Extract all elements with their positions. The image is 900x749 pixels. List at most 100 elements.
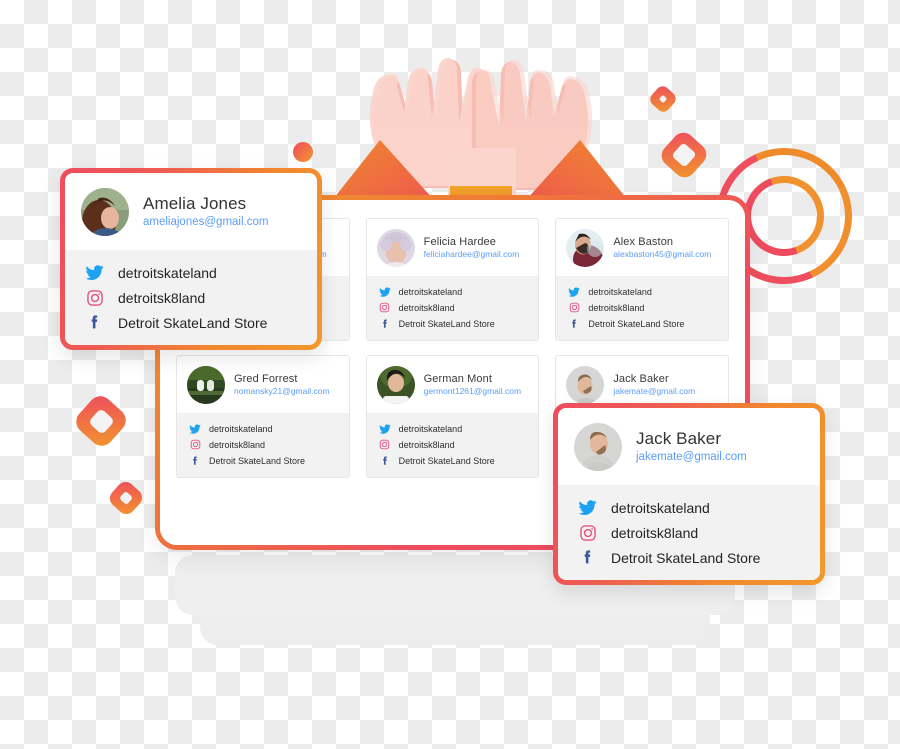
contact-card-identity: Felicia Hardee feliciahardee@gmail.com — [424, 235, 520, 261]
social-row-twitter[interactable]: detroitskateland — [578, 496, 804, 519]
facebook-icon — [568, 318, 580, 330]
social-row-twitter[interactable]: detroitskateland — [85, 261, 301, 284]
social-row-instagram[interactable]: detroitsk8land — [568, 300, 718, 315]
contact-card-identity: Jack Baker jakemate@gmail.com — [613, 372, 695, 398]
contact-popup-identity: Amelia Jones ameliajones@gmail.com — [143, 193, 268, 232]
social-row-instagram[interactable]: detroitsk8land — [85, 286, 301, 309]
social-handle-facebook: Detroit SkateLand Store — [611, 549, 761, 566]
social-handle-instagram: detroitsk8land — [209, 439, 266, 450]
facebook-icon — [85, 313, 104, 332]
twitter-icon — [578, 498, 597, 517]
avatar — [566, 366, 605, 404]
contact-card-identity: Alex Baston alexbaston45@gmail.com — [613, 235, 711, 261]
social-handle-instagram: detroitsk8land — [398, 439, 455, 450]
contact-popup-jack-baker[interactable]: Jack Baker jakemate@gmail.com detroitska… — [553, 403, 825, 585]
contact-card-header: Felicia Hardee feliciahardee@gmail.com — [366, 219, 539, 276]
contact-card-header: Gred Forrest nomansky21@gmail.com — [177, 356, 349, 413]
social-handle-instagram: detroitsk8land — [118, 289, 206, 306]
contact-card-socials: detroitskateland detroitsk8land Detroit Sk… — [556, 276, 728, 340]
facebook-icon — [379, 318, 391, 330]
social-handle-twitter: detroitskateland — [588, 286, 652, 297]
avatar — [574, 423, 622, 471]
facebook-icon — [379, 455, 391, 467]
social-row-instagram[interactable]: detroitsk8land — [189, 437, 339, 452]
contact-card[interactable]: German Mont germont1261@gmail.com detroits… — [365, 355, 540, 478]
avatar — [81, 188, 129, 236]
instagram-icon — [379, 302, 391, 314]
contact-popup-socials: detroitskateland detroitsk8land Detroit … — [558, 485, 820, 580]
contact-name: Alex Baston — [613, 235, 674, 248]
instagram-icon — [379, 439, 391, 451]
social-handle-instagram: detroitsk8land — [588, 302, 645, 313]
social-handle-facebook: Detroit SkateLand Store — [209, 455, 306, 466]
social-handle-twitter: detroitskateland — [118, 264, 217, 281]
contact-card[interactable]: Gred Forrest nomansky21@gmail.com detroits… — [176, 355, 350, 478]
social-row-instagram[interactable]: detroitsk8land — [578, 521, 804, 544]
avatar — [376, 366, 415, 404]
contact-name: Amelia Jones — [143, 193, 247, 213]
social-handle-twitter: detroitskateland — [611, 499, 710, 516]
social-handle-facebook: Detroit SkateLand Store — [398, 318, 495, 329]
social-row-instagram[interactable]: detroitsk8land — [379, 437, 529, 452]
twitter-icon — [568, 286, 580, 298]
contact-name: Jack Baker — [613, 372, 669, 385]
facebook-icon — [578, 548, 597, 567]
social-row-twitter[interactable]: detroitskateland — [189, 421, 339, 436]
avatar — [566, 229, 605, 267]
contact-card[interactable]: Alex Baston alexbaston45@gmail.com detroit… — [555, 218, 729, 341]
social-row-facebook[interactable]: Detroit SkateLand Store — [578, 546, 804, 569]
decorative-circle-top — [293, 142, 313, 162]
contact-email[interactable]: nomansky21@gmail.com — [234, 386, 330, 398]
contact-name: Jack Baker — [636, 428, 722, 448]
contact-card-identity: German Mont germont1261@gmail.com — [424, 372, 521, 398]
social-handle-twitter: detroitskateland — [398, 286, 463, 297]
social-handle-twitter: detroitskateland — [398, 423, 463, 434]
contact-card-socials: detroitskateland detroitsk8land Detroit Sk… — [366, 413, 539, 477]
contact-email[interactable]: feliciahardee@gmail.com — [424, 249, 520, 261]
contact-name: German Mont — [423, 372, 493, 385]
twitter-icon — [379, 423, 391, 435]
social-row-facebook[interactable]: Detroit SkateLand Store — [85, 311, 301, 334]
contact-card-socials: detroitskateland detroitsk8land Detroit Sk… — [366, 276, 539, 340]
contact-popup-identity: Jack Baker jakemate@gmail.com — [636, 428, 747, 467]
contact-email[interactable]: jakemate@gmail.com — [636, 449, 747, 466]
social-row-facebook[interactable]: Detroit SkateLand Store — [379, 453, 529, 468]
social-handle-facebook: Detroit SkateLand Store — [588, 318, 685, 329]
contact-popup-amelia-jones[interactable]: Amelia Jones ameliajones@gmail.com detro… — [60, 168, 322, 350]
social-row-facebook[interactable]: Detroit SkateLand Store — [189, 453, 339, 468]
social-handle-facebook: Detroit SkateLand Store — [398, 455, 495, 466]
social-row-twitter[interactable]: detroitskateland — [379, 421, 529, 436]
social-handle-twitter: detroitskateland — [209, 423, 273, 434]
social-row-facebook[interactable]: Detroit SkateLand Store — [379, 316, 529, 331]
contact-email[interactable]: germont1261@gmail.com — [424, 386, 521, 398]
social-row-twitter[interactable]: detroitskateland — [568, 284, 718, 299]
contact-email[interactable]: alexbaston45@gmail.com — [613, 249, 711, 261]
contact-card-identity: Gred Forrest nomansky21@gmail.com — [234, 372, 330, 398]
instagram-icon — [189, 439, 201, 451]
contact-email[interactable]: ameliajones@gmail.com — [143, 214, 268, 231]
social-row-instagram[interactable]: detroitsk8land — [379, 300, 529, 315]
instagram-icon — [85, 288, 104, 307]
avatar — [187, 366, 225, 404]
twitter-icon — [379, 286, 391, 298]
avatar — [376, 229, 415, 267]
social-row-twitter[interactable]: detroitskateland — [379, 284, 529, 299]
social-handle-instagram: detroitsk8land — [611, 524, 699, 541]
contact-card-socials: detroitskateland detroitsk8land Detroit Sk… — [177, 413, 349, 477]
instagram-icon — [568, 302, 580, 314]
social-handle-instagram: detroitsk8land — [398, 302, 455, 313]
contact-email[interactable]: jakemate@gmail.com — [613, 386, 695, 398]
contact-popup-header: Amelia Jones ameliajones@gmail.com — [65, 173, 317, 250]
contact-name: Gred Forrest — [234, 372, 298, 385]
twitter-icon — [85, 263, 104, 282]
contact-popup-socials: detroitskateland detroitsk8land Detroit … — [65, 250, 317, 345]
contact-card[interactable]: Felicia Hardee feliciahardee@gmail.com det… — [365, 218, 540, 341]
facebook-icon — [189, 455, 201, 467]
twitter-icon — [189, 423, 201, 435]
contact-name: Felicia Hardee — [423, 235, 496, 248]
contact-card-header: German Mont germont1261@gmail.com — [366, 356, 539, 413]
social-row-facebook[interactable]: Detroit SkateLand Store — [568, 316, 718, 331]
contact-popup-inner: Amelia Jones ameliajones@gmail.com detro… — [65, 173, 317, 345]
social-handle-facebook: Detroit SkateLand Store — [118, 314, 268, 331]
contact-popup-inner: Jack Baker jakemate@gmail.com detroitska… — [558, 408, 820, 580]
